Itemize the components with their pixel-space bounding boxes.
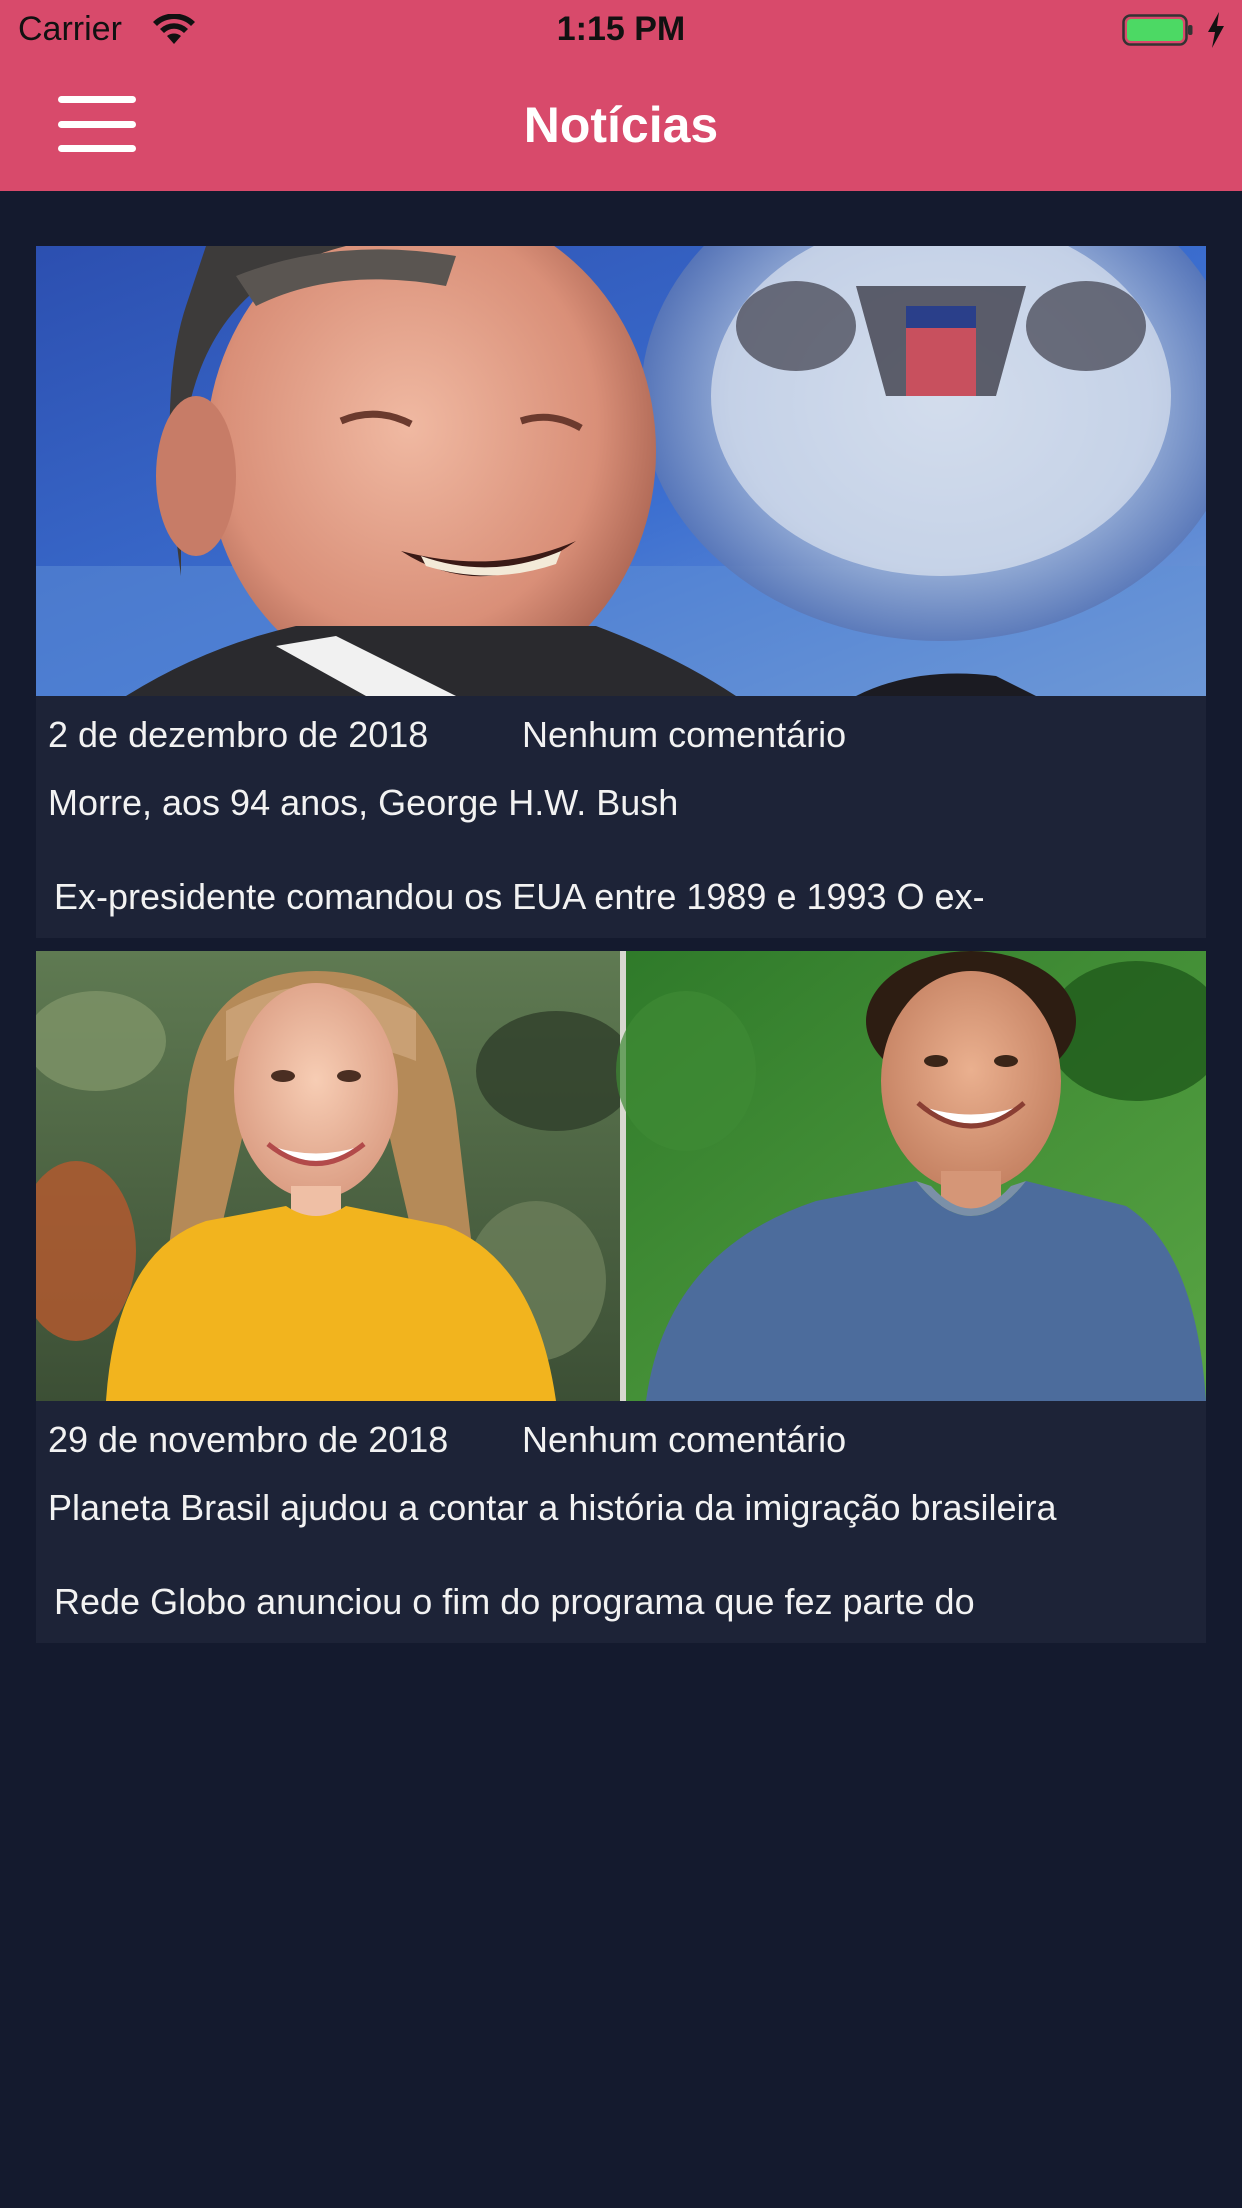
status-time: 1:15 PM	[556, 10, 686, 48]
news-card[interactable]: 29 de novembro de 2018 Nenhum comentário…	[36, 951, 1206, 1643]
news-image[interactable]	[36, 951, 1206, 1401]
comments-link[interactable]: Nenhum comentário	[522, 714, 846, 756]
article-title[interactable]: Planeta Brasil ajudou a contar a históri…	[48, 1487, 1057, 1529]
top-bar: Carrier 1:15 PM Notícias	[0, 0, 1242, 191]
news-card[interactable]: 2 de dezembro de 2018 Nenhum comentário …	[36, 246, 1206, 938]
news-image[interactable]	[36, 246, 1206, 696]
article-excerpt: Rede Globo anunciou o fim do programa qu…	[54, 1581, 975, 1622]
article-date: 29 de novembro de 2018	[48, 1419, 449, 1460]
battery-icon	[1122, 14, 1193, 46]
charging-bolt-icon	[1208, 12, 1224, 48]
article-excerpt: Ex-presidente comandou os EUA entre 1989…	[54, 876, 985, 917]
page-title: Notícias	[523, 97, 719, 153]
article-date: 2 de dezembro de 2018	[48, 714, 429, 755]
article-title[interactable]: Morre, aos 94 anos, George H.W. Bush	[48, 782, 678, 824]
status-bar: Carrier 1:15 PM	[0, 0, 1242, 60]
comments-link[interactable]: Nenhum comentário	[522, 1419, 846, 1461]
